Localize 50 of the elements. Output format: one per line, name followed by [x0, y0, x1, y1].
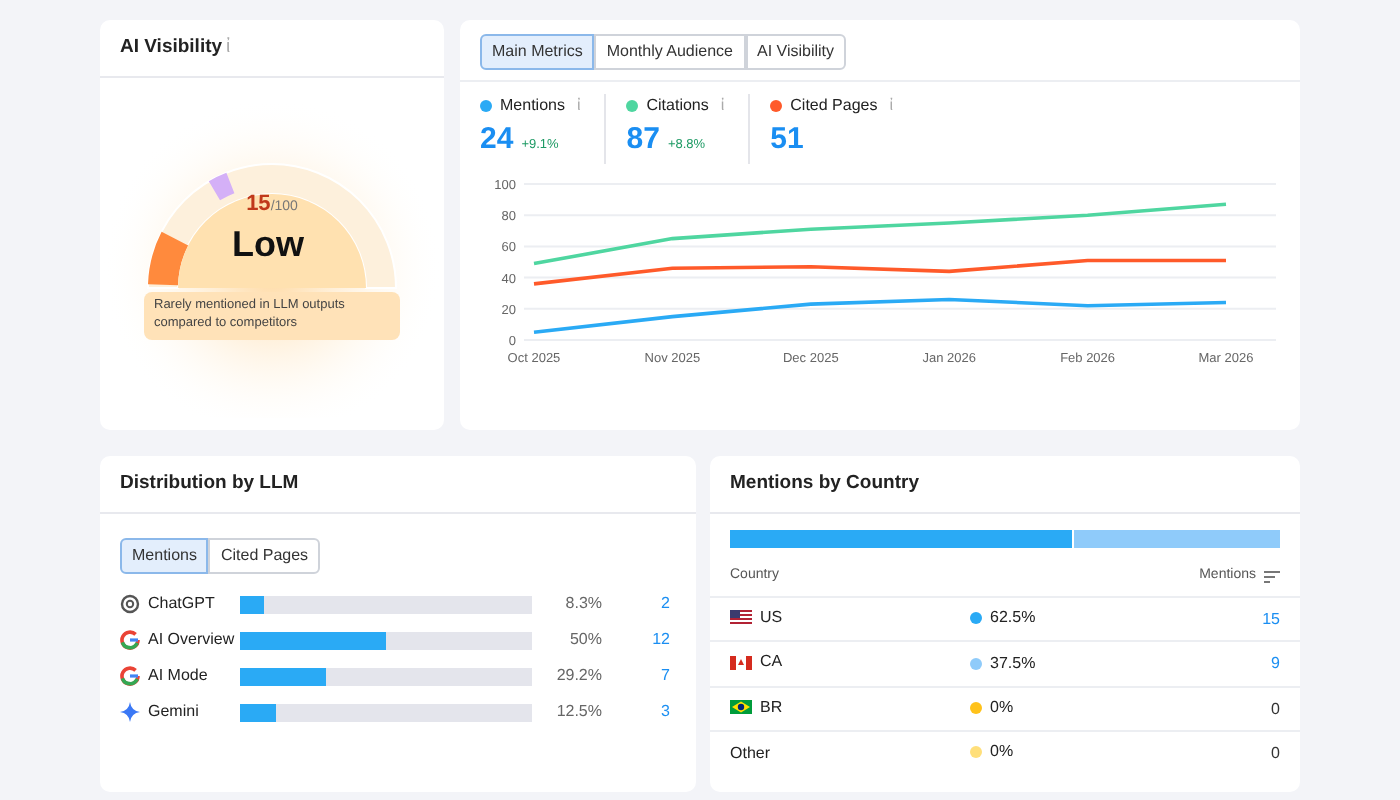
flag-icon — [730, 655, 752, 670]
percent-value: 8.3% — [563, 592, 602, 617]
metric-label: Mentions — [500, 94, 565, 118]
rating-label: Low — [232, 222, 304, 269]
llm-name: AI Mode — [148, 664, 208, 689]
mention-count: 9 — [1271, 654, 1280, 672]
toggle-tab[interactable]: Cited Pages — [208, 538, 321, 575]
score-value: 15 — [246, 192, 271, 217]
mention-count: 0 — [1271, 699, 1280, 717]
metric-value: 24 — [480, 120, 514, 160]
google-g-icon — [120, 666, 140, 687]
metric-tab[interactable]: AI Visibility — [745, 34, 847, 70]
info-icon: ἰ — [226, 36, 231, 58]
country-code: Other — [730, 741, 771, 766]
metric-value: 51 — [770, 120, 804, 160]
percent-value: 62.5% — [990, 606, 1036, 630]
count-link[interactable]: 3 — [602, 700, 670, 725]
percent-value: 0% — [990, 696, 1014, 720]
flag-icon — [730, 700, 752, 715]
country-code: CA — [760, 650, 783, 675]
mention-count: 0 — [1271, 743, 1280, 762]
metric-value: 87 — [626, 120, 660, 160]
metric-tab[interactable]: Main Metrics — [480, 34, 595, 70]
metric-label: Citations — [646, 94, 709, 118]
competitor-marker — [208, 173, 235, 201]
toggle-tab[interactable]: Mentions — [120, 538, 209, 575]
panel-title: AI Visibility — [120, 36, 223, 58]
llm-name: ChatGPT — [148, 592, 215, 617]
gauge-fill — [148, 232, 189, 286]
sparkle-icon — [120, 702, 140, 723]
sort-icon — [1264, 570, 1280, 584]
mention-count: 15 — [1262, 609, 1280, 627]
percent-value: 0% — [990, 740, 1014, 765]
percent-value: 50% — [567, 628, 602, 653]
metric-label: Cited Pages — [790, 94, 878, 118]
flag-icon — [730, 610, 752, 625]
percent-value: 29.2% — [554, 664, 602, 689]
country-code: US — [760, 605, 783, 630]
percent-value: 12.5% — [554, 700, 602, 725]
percent-value: 37.5% — [990, 651, 1036, 675]
info-icon: ἰ — [720, 94, 725, 118]
llm-name: Gemini — [148, 700, 199, 725]
country-code: BR — [760, 695, 783, 720]
info-icon: ἰ — [576, 94, 581, 118]
panel-title: Distribution by LLM — [120, 472, 299, 494]
google-g-icon — [120, 630, 140, 651]
info-icon: ἰ — [889, 94, 894, 118]
llm-name: AI Overview — [148, 628, 235, 653]
metric-tab[interactable]: Monthly Audience — [594, 34, 745, 70]
panel-title: Mentions by Country — [730, 472, 919, 494]
